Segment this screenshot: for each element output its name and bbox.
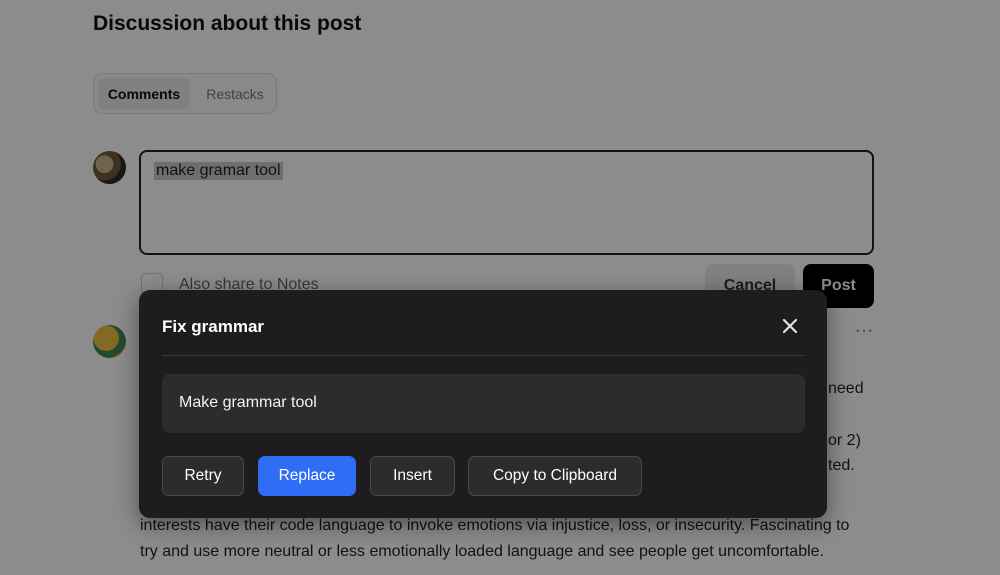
corrected-text: Make grammar tool xyxy=(179,394,317,411)
replace-button[interactable]: Replace xyxy=(258,456,356,496)
retry-button[interactable]: Retry xyxy=(162,456,244,496)
copy-to-clipboard-button[interactable]: Copy to Clipboard xyxy=(468,456,642,496)
dialog-title: Fix grammar xyxy=(162,317,265,336)
insert-button[interactable]: Insert xyxy=(370,456,455,496)
corrected-text-box: Make grammar tool xyxy=(162,374,805,433)
fix-grammar-dialog: Fix grammar Make grammar tool Retry Repl… xyxy=(139,290,827,518)
dialog-divider xyxy=(162,355,804,356)
close-icon[interactable] xyxy=(780,316,800,336)
